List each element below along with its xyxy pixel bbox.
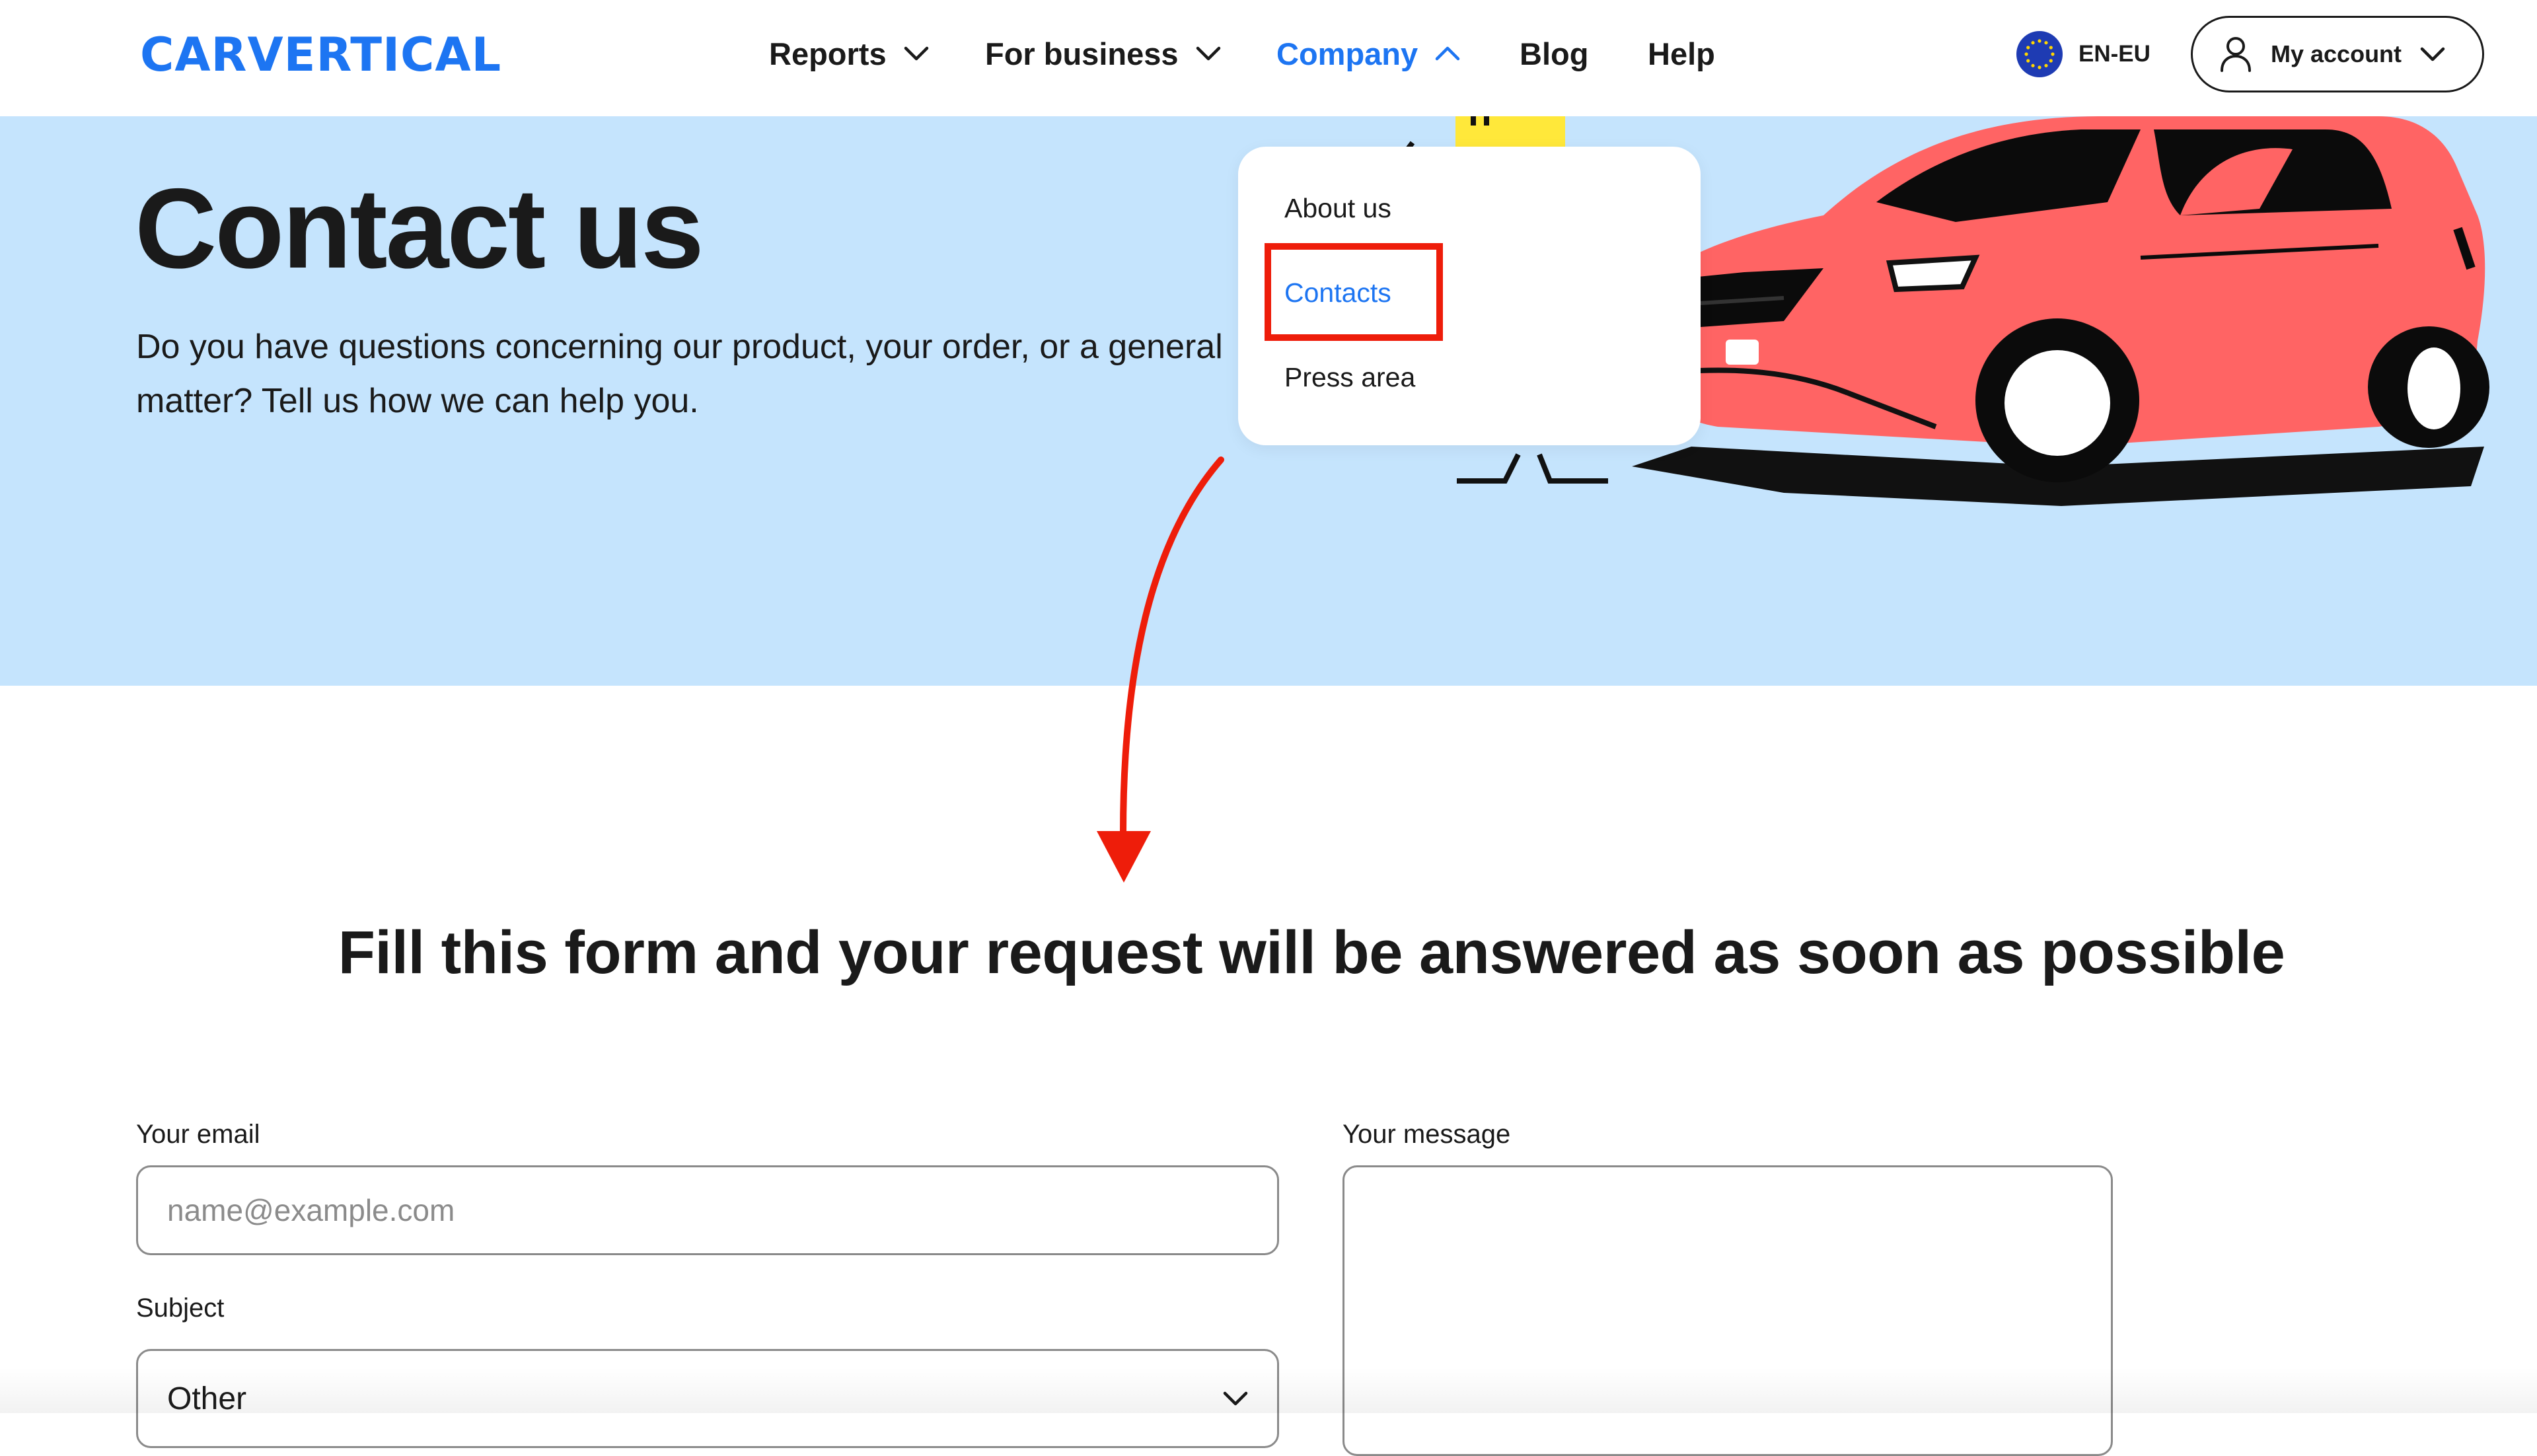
nav-for-business-label: For business <box>985 36 1179 71</box>
language-label: EN-EU <box>2078 41 2151 67</box>
nav-reports[interactable]: Reports <box>769 26 929 81</box>
nav-company[interactable]: Company <box>1276 26 1460 81</box>
nav-blog[interactable]: Blog <box>1520 26 1588 81</box>
email-field[interactable] <box>136 1165 1279 1255</box>
user-icon <box>2219 36 2252 73</box>
form-heading: Fill this form and your request will be … <box>338 919 2285 986</box>
chevron-up-icon <box>1435 46 1460 61</box>
my-account-label: My account <box>2271 40 2402 67</box>
email-label: Your email <box>136 1120 260 1149</box>
message-textarea[interactable] <box>1342 1165 2113 1456</box>
nav-for-business[interactable]: For business <box>985 26 1221 81</box>
chevron-down-icon <box>1196 46 1221 61</box>
my-account-button[interactable]: My account <box>2191 16 2484 92</box>
message-label: Your message <box>1342 1120 1511 1149</box>
logo[interactable]: CARVERTICAL <box>140 18 501 82</box>
subject-label: Subject <box>136 1293 225 1323</box>
nav-help-label: Help <box>1648 36 1715 71</box>
language-selector[interactable]: EN-EU <box>2016 29 2151 79</box>
chevron-down-icon <box>904 46 929 61</box>
eu-flag-icon <box>2016 31 2063 77</box>
menu-item-press-area[interactable]: Press area <box>1284 362 1415 393</box>
subject-select[interactable]: Other <box>136 1349 1279 1448</box>
subject-value: Other <box>167 1381 247 1416</box>
company-dropdown-menu: About us Contacts Press area <box>1238 147 1701 445</box>
nav-company-label: Company <box>1276 36 1418 71</box>
nav-reports-label: Reports <box>769 36 887 71</box>
nav-blog-label: Blog <box>1520 36 1589 71</box>
site-header: CARVERTICAL Reports For business Company… <box>0 0 2537 116</box>
chevron-down-icon <box>2420 47 2445 61</box>
menu-item-contacts[interactable]: Contacts <box>1284 277 1391 309</box>
menu-item-about-us[interactable]: About us <box>1284 193 1391 224</box>
chevron-down-icon <box>1223 1391 1248 1406</box>
nav-help[interactable]: Help <box>1648 26 1715 81</box>
